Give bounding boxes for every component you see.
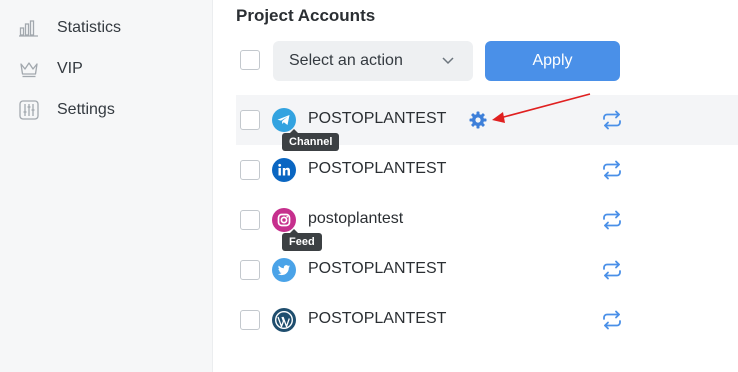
account-checkbox[interactable]: [240, 310, 260, 330]
sync-icon[interactable]: [600, 258, 624, 287]
sync-icon[interactable]: [600, 108, 624, 137]
account-checkbox[interactable]: [240, 110, 260, 130]
sidebar-item-statistics[interactable]: Statistics: [18, 16, 121, 40]
account-row: POSTOPLANTEST: [236, 295, 738, 345]
account-name: POSTOPLANTEST: [308, 160, 447, 177]
account-name: postoplantest: [308, 210, 404, 227]
account-row: POSTOPLANTEST: [236, 145, 738, 195]
wordpress-icon: [272, 308, 296, 332]
account-name: POSTOPLANTEST: [308, 310, 447, 327]
select-all-checkbox[interactable]: [240, 50, 260, 70]
sidebar-item-label: Settings: [57, 101, 115, 118]
twitter-icon: [272, 258, 296, 282]
linkedin-icon: [272, 158, 296, 182]
page-title: Project Accounts: [236, 6, 376, 25]
apply-button[interactable]: Apply: [485, 41, 620, 81]
sync-icon[interactable]: [600, 308, 624, 337]
action-select[interactable]: Select an action: [273, 41, 473, 81]
sidebar-item-label: Statistics: [57, 19, 122, 36]
action-select-value: Select an action: [289, 52, 403, 69]
account-name: POSTOPLANTEST: [308, 260, 447, 277]
sidebar-item-vip[interactable]: VIP: [18, 57, 83, 81]
sliders-icon: [18, 99, 40, 121]
gear-icon[interactable]: [468, 110, 488, 135]
account-checkbox[interactable]: [240, 160, 260, 180]
account-checkbox[interactable]: [240, 210, 260, 230]
sidebar: Statistics VIP Settings: [0, 0, 213, 372]
account-name: POSTOPLANTEST: [308, 110, 447, 127]
chevron-down-icon: [441, 53, 455, 72]
sidebar-item-label: VIP: [57, 60, 83, 77]
account-checkbox[interactable]: [240, 260, 260, 280]
crown-icon: [18, 58, 40, 80]
sync-icon[interactable]: [600, 208, 624, 237]
statistics-icon: [18, 17, 40, 39]
account-row: POSTOPLANTEST: [236, 245, 738, 295]
sidebar-item-settings[interactable]: Settings: [18, 98, 115, 122]
sync-icon[interactable]: [600, 158, 624, 187]
